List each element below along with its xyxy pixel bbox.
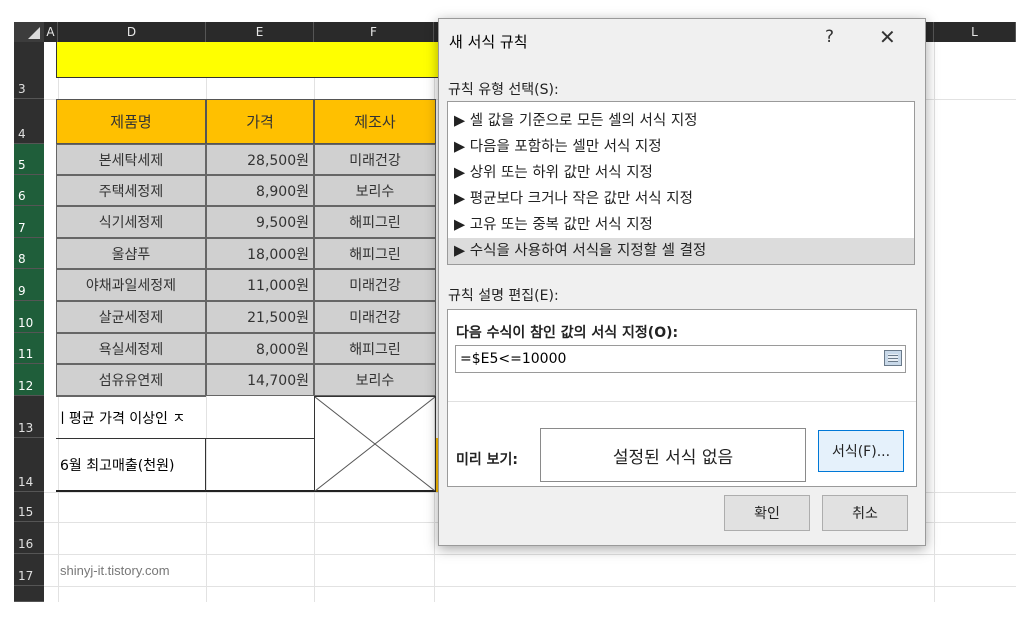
row-header-16[interactable]: 16 bbox=[14, 522, 44, 554]
row14-label[interactable]: 6월 최고매출(천원) bbox=[56, 438, 206, 492]
maker-cell[interactable]: 보리수 bbox=[314, 364, 436, 396]
price-cell[interactable]: 8,900원 bbox=[206, 175, 314, 206]
product-cell[interactable]: 주택세정제 bbox=[56, 175, 206, 206]
column-header-f[interactable]: F bbox=[314, 22, 434, 42]
row-header-7[interactable]: 7 bbox=[14, 206, 44, 238]
close-icon[interactable]: ✕ bbox=[879, 25, 896, 49]
rule-type-item-selected[interactable]: ▶ 수식을 사용하여 서식을 지정할 셀 결정 bbox=[448, 238, 914, 264]
row-header-8[interactable]: 8 bbox=[14, 238, 44, 269]
maker-cell[interactable]: 해피그린 bbox=[314, 206, 436, 238]
rule-type-item[interactable]: ▶ 셀 값을 기준으로 모든 셀의 서식 지정 bbox=[448, 108, 914, 134]
row-header-9[interactable]: 9 bbox=[14, 269, 44, 301]
price-cell[interactable]: 18,000원 bbox=[206, 238, 314, 269]
rule-description-panel: 다음 수식이 참인 값의 서식 지정(O): =$E5<=10000 미리 보기… bbox=[447, 309, 917, 487]
maker-cell[interactable]: 미래건강 bbox=[314, 269, 436, 301]
rule-type-list[interactable]: ▶ 셀 값을 기준으로 모든 셀의 서식 지정 ▶ 다음을 포함하는 셀만 서식… bbox=[447, 101, 915, 265]
maker-cell[interactable]: 미래건강 bbox=[314, 144, 436, 175]
divider bbox=[448, 401, 916, 402]
crossed-cell[interactable] bbox=[314, 396, 436, 492]
format-button[interactable]: 서식(F)... bbox=[818, 430, 904, 472]
rule-type-label: 규칙 유형 선택(S): bbox=[448, 82, 559, 98]
row-header-18 bbox=[14, 586, 44, 602]
row-header-11[interactable]: 11 bbox=[14, 333, 44, 364]
rule-type-item[interactable]: ▶ 상위 또는 하위 값만 서식 지정 bbox=[448, 160, 914, 186]
row-header-14[interactable]: 14 bbox=[14, 438, 44, 492]
row-header-13[interactable]: 13 bbox=[14, 396, 44, 438]
row-header-3[interactable]: 3 bbox=[14, 42, 44, 99]
price-cell[interactable]: 8,000원 bbox=[206, 333, 314, 364]
product-cell[interactable]: 욕실세정제 bbox=[56, 333, 206, 364]
row-header-17[interactable]: 17 bbox=[14, 554, 44, 586]
new-format-rule-dialog: 새 서식 규칙 ? ✕ 규칙 유형 선택(S): ▶ 셀 값을 기준으로 모든 … bbox=[438, 18, 926, 546]
column-header-a[interactable]: A bbox=[44, 22, 58, 42]
maker-cell[interactable]: 해피그린 bbox=[314, 333, 436, 364]
product-cell[interactable]: 섬유유연제 bbox=[56, 364, 206, 396]
help-icon[interactable]: ? bbox=[825, 27, 834, 47]
header-price[interactable]: 가격 bbox=[206, 99, 314, 144]
rule-type-item[interactable]: ▶ 고유 또는 중복 값만 서식 지정 bbox=[448, 212, 914, 238]
formula-input[interactable]: =$E5<=10000 bbox=[455, 345, 906, 373]
price-cell[interactable]: 11,000원 bbox=[206, 269, 314, 301]
rule-description-label: 규칙 설명 편집(E): bbox=[448, 288, 559, 304]
product-cell[interactable]: 야채과일세정제 bbox=[56, 269, 206, 301]
row-header-6[interactable]: 6 bbox=[14, 175, 44, 206]
preview-box: 설정된 서식 없음 bbox=[540, 428, 806, 482]
rule-type-item[interactable]: ▶ 평균보다 크거나 작은 값만 서식 지정 bbox=[448, 186, 914, 212]
preview-label: 미리 보기: bbox=[456, 452, 518, 468]
ok-button[interactable]: 확인 bbox=[724, 495, 810, 531]
column-header-d[interactable]: D bbox=[58, 22, 206, 42]
watermark-text: shinyj-it.tistory.com bbox=[60, 563, 170, 578]
column-header-l[interactable]: L bbox=[934, 22, 1016, 42]
row-header-10[interactable]: 10 bbox=[14, 301, 44, 333]
row-header-4[interactable]: 4 bbox=[14, 99, 44, 144]
column-header-e[interactable]: E bbox=[206, 22, 314, 42]
select-all-corner[interactable] bbox=[14, 22, 44, 42]
formula-text: =$E5<=10000 bbox=[460, 351, 567, 367]
cancel-button[interactable]: 취소 bbox=[822, 495, 908, 531]
product-cell[interactable]: 살균세정제 bbox=[56, 301, 206, 333]
product-cell[interactable]: 식기세정제 bbox=[56, 206, 206, 238]
row13-label[interactable]: ㅣ평균 가격 이상인 ㅈ bbox=[56, 396, 206, 438]
row14-empty[interactable] bbox=[206, 438, 314, 492]
diagonal-cross-lines bbox=[315, 397, 435, 491]
maker-cell[interactable]: 보리수 bbox=[314, 175, 436, 206]
rule-type-item[interactable]: ▶ 다음을 포함하는 셀만 서식 지정 bbox=[448, 134, 914, 160]
price-cell[interactable]: 21,500원 bbox=[206, 301, 314, 333]
header-maker[interactable]: 제조사 bbox=[314, 99, 436, 144]
product-cell[interactable]: 울샴푸 bbox=[56, 238, 206, 269]
price-cell[interactable]: 9,500원 bbox=[206, 206, 314, 238]
row-header-15[interactable]: 15 bbox=[14, 492, 44, 522]
formula-label: 다음 수식이 참인 값의 서식 지정(O): bbox=[456, 325, 679, 341]
maker-cell[interactable]: 해피그린 bbox=[314, 238, 436, 269]
price-cell[interactable]: 14,700원 bbox=[206, 364, 314, 396]
title-banner bbox=[56, 42, 440, 78]
maker-cell[interactable]: 미래건강 bbox=[314, 301, 436, 333]
row-header-5[interactable]: 5 bbox=[14, 144, 44, 175]
range-select-icon[interactable] bbox=[884, 350, 902, 366]
row-header-12[interactable]: 12 bbox=[14, 364, 44, 396]
price-cell[interactable]: 28,500원 bbox=[206, 144, 314, 175]
dialog-title: 새 서식 규칙 bbox=[449, 33, 528, 51]
header-product[interactable]: 제품명 bbox=[56, 99, 206, 144]
product-cell[interactable]: 본세탁세제 bbox=[56, 144, 206, 175]
